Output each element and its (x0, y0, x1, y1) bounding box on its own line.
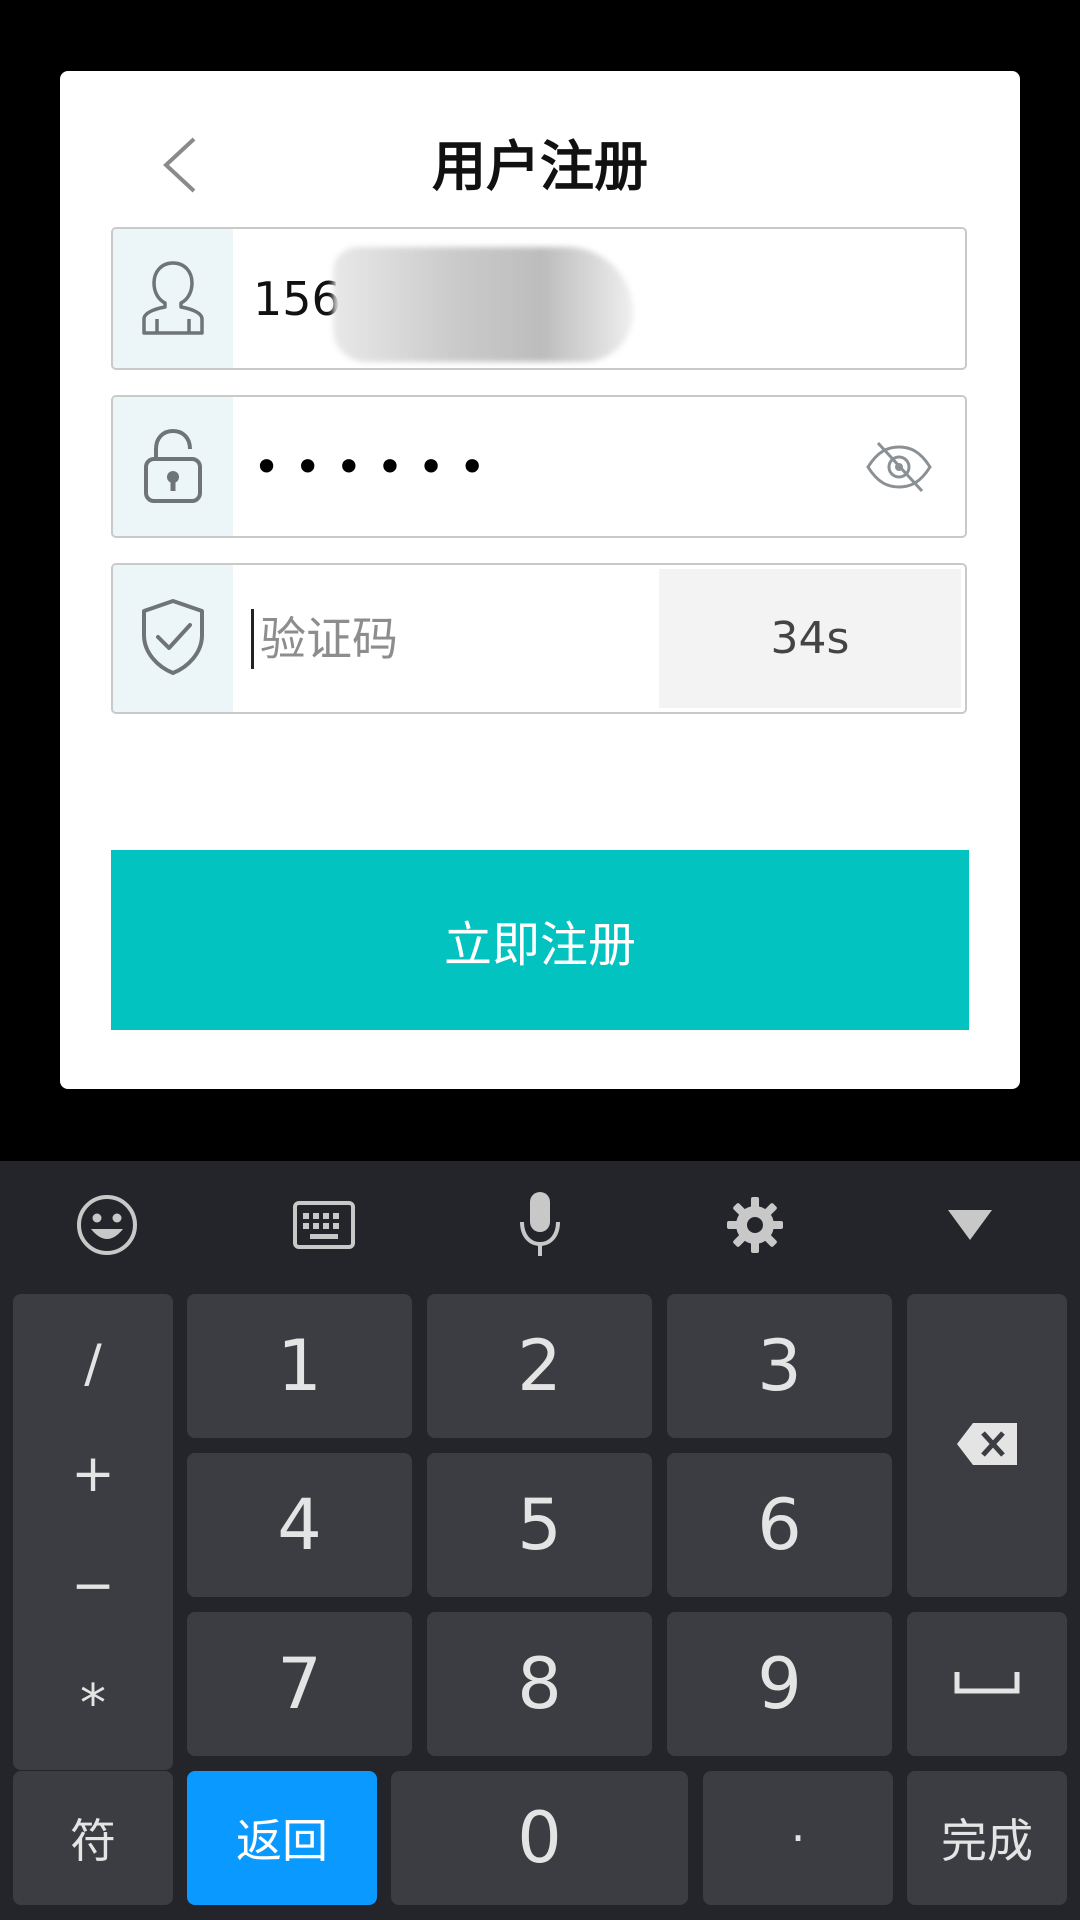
password-field-icon-box (113, 397, 233, 536)
backspace-key[interactable] (907, 1294, 1067, 1597)
soft-keyboard: / + − * 1 2 3 4 5 6 7 8 9 符 返回 0 · 完成 (0, 1161, 1080, 1920)
key-5[interactable]: 5 (427, 1453, 652, 1597)
verification-code-input[interactable] (251, 609, 671, 669)
eye-off-icon (864, 439, 934, 499)
send-code-countdown-button[interactable]: 34s (659, 569, 961, 708)
symbol-column: / + − * (13, 1294, 173, 1770)
password-value: •••••• (253, 439, 500, 494)
keyboard-icon (292, 1200, 356, 1254)
screen: 用户注册 156 •••••• 验证码 34s 立即注册 / + − * 1 2… (0, 0, 1080, 1920)
hide-keyboard-icon (946, 1208, 994, 1246)
toggle-password-visibility-button[interactable] (863, 433, 935, 505)
lock-icon (140, 425, 206, 509)
shield-check-icon (138, 597, 208, 681)
done-key[interactable]: 完成 (907, 1771, 1067, 1905)
keyboard-switch-button[interactable] (284, 1187, 364, 1267)
privacy-blur (333, 247, 633, 362)
keyboard-toolbar (0, 1161, 1080, 1288)
microphone-icon (518, 1190, 562, 1264)
user-icon (140, 257, 206, 341)
register-button[interactable]: 立即注册 (111, 850, 969, 1030)
key-3[interactable]: 3 (667, 1294, 892, 1438)
key-6[interactable]: 6 (667, 1453, 892, 1597)
backspace-icon (955, 1421, 1019, 1471)
symbols-key[interactable]: 符 (13, 1771, 173, 1905)
code-field-icon-box (113, 565, 233, 712)
key-7[interactable]: 7 (187, 1612, 412, 1756)
voice-input-button[interactable] (500, 1187, 580, 1267)
emoji-icon (75, 1193, 139, 1261)
emoji-button[interactable] (67, 1187, 147, 1267)
key-8[interactable]: 8 (427, 1612, 652, 1756)
key-slash[interactable]: / (13, 1334, 173, 1394)
key-0[interactable]: 0 (391, 1771, 688, 1905)
keyboard-settings-button[interactable] (715, 1187, 795, 1267)
settings-icon (725, 1195, 785, 1259)
dot-key[interactable]: · (703, 1771, 893, 1905)
key-minus[interactable]: − (13, 1556, 173, 1616)
space-key[interactable] (907, 1612, 1067, 1756)
phone-field-icon-box (113, 229, 233, 368)
key-plus[interactable]: + (13, 1444, 173, 1504)
key-1[interactable]: 1 (187, 1294, 412, 1438)
page-title: 用户注册 (432, 135, 648, 198)
back-key[interactable]: 返回 (187, 1771, 377, 1905)
space-icon (954, 1669, 1020, 1699)
key-4[interactable]: 4 (187, 1453, 412, 1597)
password-field[interactable]: •••••• (111, 395, 967, 538)
phone-value: 156 (253, 271, 341, 326)
phone-field[interactable]: 156 (111, 227, 967, 370)
key-asterisk[interactable]: * (13, 1674, 173, 1734)
key-2[interactable]: 2 (427, 1294, 652, 1438)
verification-code-field[interactable]: 34s (111, 563, 967, 714)
key-9[interactable]: 9 (667, 1612, 892, 1756)
register-dialog: 用户注册 156 •••••• 验证码 34s 立即注册 (60, 71, 1020, 1089)
hide-keyboard-button[interactable] (930, 1187, 1010, 1267)
